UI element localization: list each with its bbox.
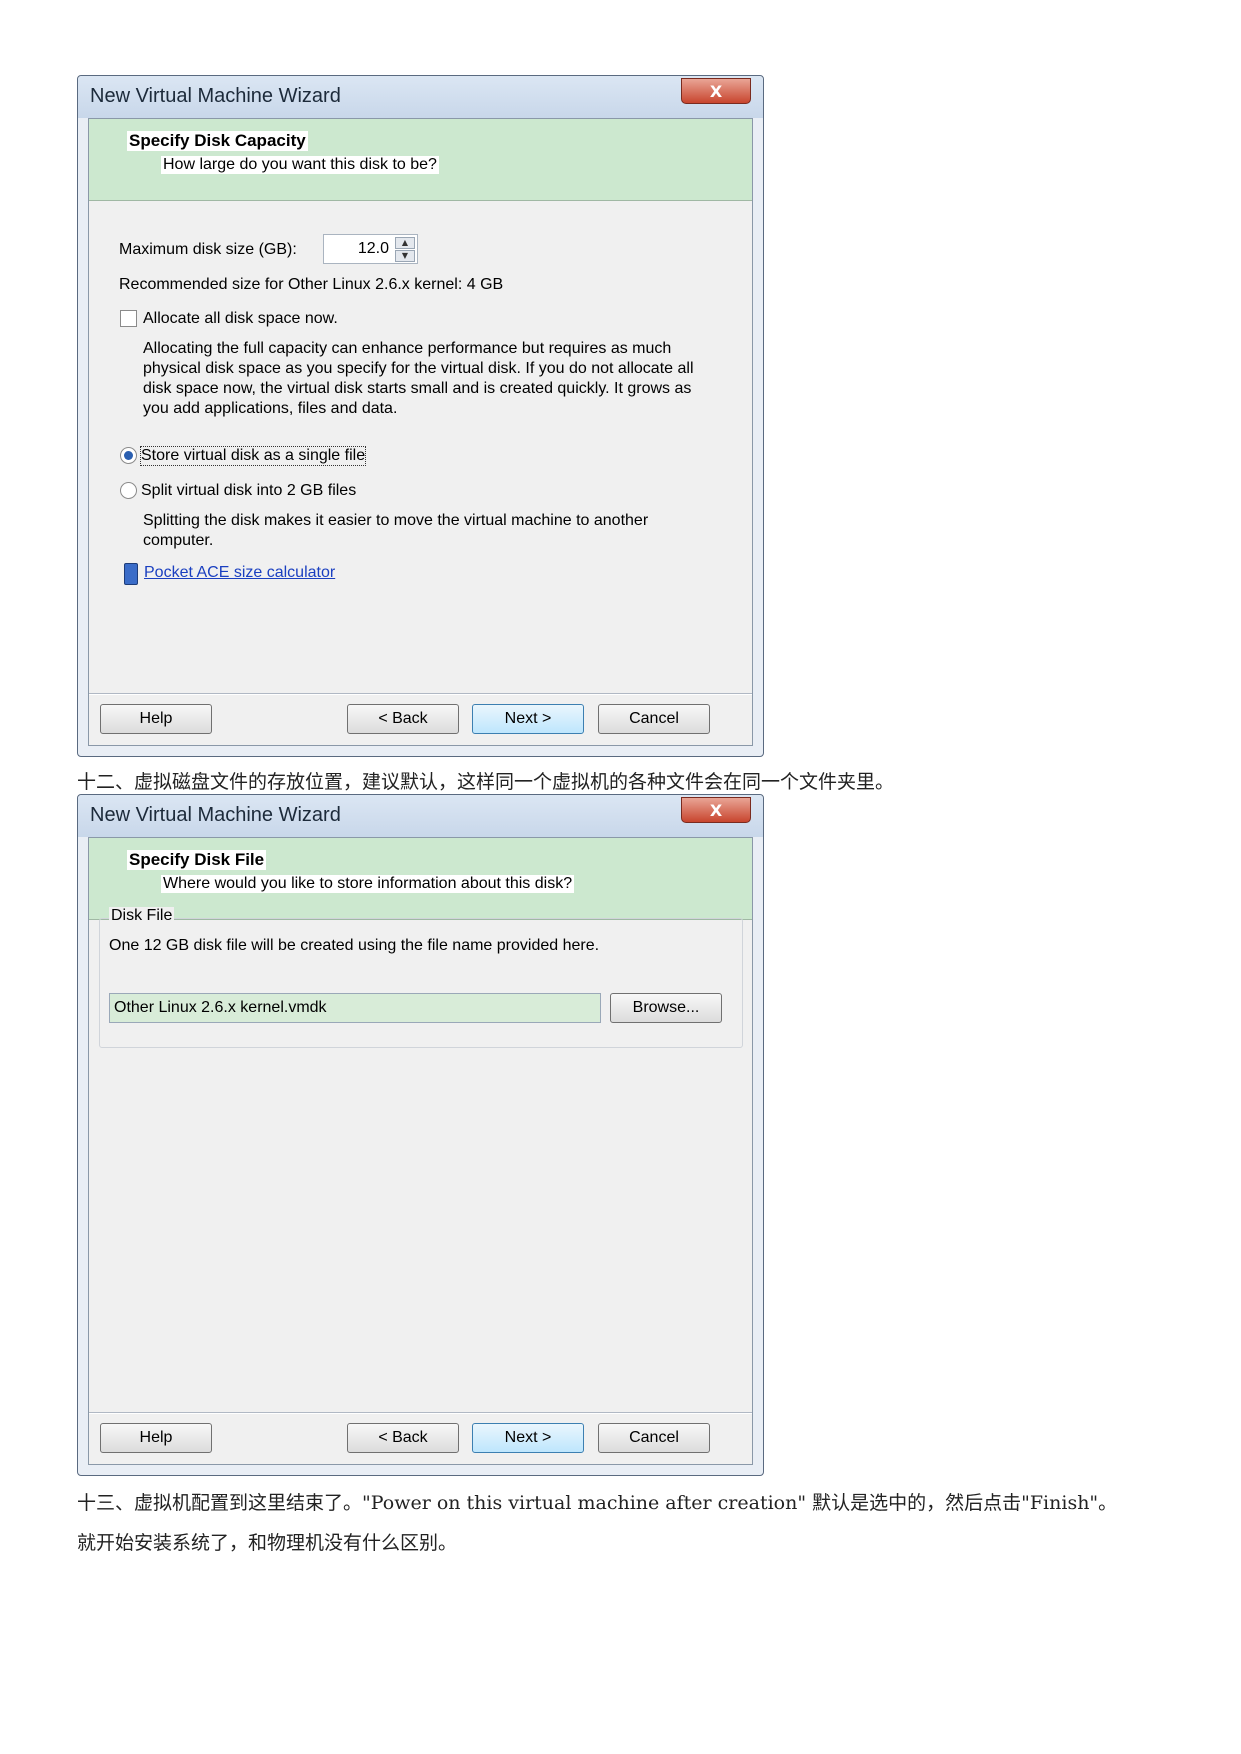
split-files-radio[interactable]	[120, 482, 137, 499]
single-file-label[interactable]: Store virtual disk as a single file	[139, 446, 367, 466]
max-disk-size-value[interactable]: 12.0	[358, 240, 389, 258]
calculator-icon	[124, 563, 138, 585]
dialog-body: Specify Disk Capacity How large do you w…	[88, 118, 753, 746]
cancel-button[interactable]: Cancel	[598, 1423, 710, 1453]
caption-step-12: 十二、虚拟磁盘文件的存放位置，建议默认，这样同一个虚拟机的各种文件会在同一个文件…	[77, 771, 895, 793]
allocate-checkbox[interactable]	[120, 310, 137, 327]
max-disk-size-stepper[interactable]: 12.0 ▲ ▼	[323, 234, 418, 264]
split-desc-line: Splitting the disk makes it easier to mo…	[143, 512, 649, 529]
split-files-label[interactable]: Split virtual disk into 2 GB files	[141, 482, 356, 500]
button-separator	[89, 693, 752, 695]
cancel-button[interactable]: Cancel	[598, 704, 710, 734]
caption-step-13-line2: 就开始安装系统了，和物理机没有什么区别。	[77, 1532, 458, 1554]
disk-file-name-input[interactable]: Other Linux 2.6.x kernel.vmdk	[109, 993, 601, 1023]
back-button[interactable]: < Back	[347, 704, 459, 734]
dialog-body: Specify Disk File Where would you like t…	[88, 837, 753, 1465]
back-button[interactable]: < Back	[347, 1423, 459, 1453]
caption-step-13-line1: 十三、虚拟机配置到这里结束了。"Power on this virtual ma…	[77, 1492, 1118, 1514]
wizard-dialog-disk-file: New Virtual Machine Wizard X Specify Dis…	[77, 794, 764, 1476]
max-disk-size-label: Maximum disk size (GB):	[119, 241, 297, 258]
next-button[interactable]: Next >	[472, 1423, 584, 1453]
window-title: New Virtual Machine Wizard	[90, 85, 341, 107]
close-button[interactable]: X	[681, 78, 751, 104]
split-description: Splitting the disk makes it easier to mo…	[143, 511, 648, 551]
wizard-dialog-disk-capacity: New Virtual Machine Wizard X Specify Dis…	[77, 75, 764, 757]
allocate-description: Allocating the full capacity can enhance…	[143, 339, 694, 419]
pocket-ace-calculator-link[interactable]: Pocket ACE size calculator	[144, 564, 335, 582]
title-bar: New Virtual Machine Wizard X	[78, 795, 763, 837]
close-button[interactable]: X	[681, 797, 751, 823]
allocate-desc-line: physical disk space as you specify for t…	[143, 360, 694, 377]
button-separator	[89, 1412, 752, 1414]
help-button[interactable]: Help	[100, 704, 212, 734]
allocate-desc-line: you add applications, files and data.	[143, 400, 398, 417]
disk-file-description: One 12 GB disk file will be created usin…	[109, 937, 600, 954]
help-button[interactable]: Help	[100, 1423, 212, 1453]
header-subtitle: How large do you want this disk to be?	[161, 156, 439, 174]
single-file-radio[interactable]	[120, 447, 137, 464]
window-title: New Virtual Machine Wizard	[90, 804, 341, 826]
wizard-header: Specify Disk Capacity How large do you w…	[89, 119, 752, 201]
split-desc-line: computer.	[143, 532, 214, 549]
allocate-desc-line: Allocating the full capacity can enhance…	[143, 340, 672, 357]
header-title: Specify Disk File	[127, 850, 267, 870]
wizard-header: Specify Disk File Where would you like t…	[89, 838, 752, 920]
allocate-desc-line: disk space now, the virtual disk starts …	[143, 380, 692, 397]
header-subtitle: Where would you like to store informatio…	[161, 875, 575, 893]
title-bar: New Virtual Machine Wizard X	[78, 76, 763, 118]
browse-button[interactable]: Browse...	[610, 993, 722, 1023]
allocate-label[interactable]: Allocate all disk space now.	[143, 310, 338, 328]
next-button[interactable]: Next >	[472, 704, 584, 734]
stepper-down-icon[interactable]: ▼	[395, 250, 415, 262]
group-label: Disk File	[109, 907, 175, 925]
header-title: Specify Disk Capacity	[127, 131, 308, 151]
recommended-size-text: Recommended size for Other Linux 2.6.x k…	[119, 276, 504, 293]
stepper-up-icon[interactable]: ▲	[395, 237, 415, 249]
